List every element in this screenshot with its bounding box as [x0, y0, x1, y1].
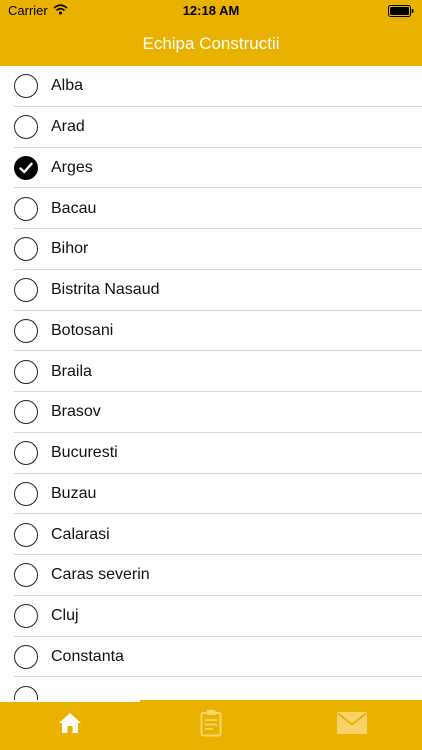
list-item[interactable] [0, 677, 422, 700]
list-item-label: Calarasi [51, 525, 110, 543]
list-item[interactable]: Bistrita Nasaud [0, 270, 422, 311]
list-item[interactable]: Constanta [0, 637, 422, 678]
list-item-label: Braila [51, 362, 92, 380]
list-item[interactable]: Braila [0, 351, 422, 392]
radio-icon[interactable] [14, 644, 38, 669]
list-item[interactable]: Bacau [0, 188, 422, 229]
list-item-label: Bacau [51, 199, 97, 217]
list-item-label: Cluj [51, 607, 79, 625]
radio-icon[interactable] [14, 237, 38, 262]
radio-icon[interactable] [14, 359, 38, 384]
mail-icon [336, 711, 367, 739]
list-item-label: Alba [51, 77, 84, 95]
tab-home[interactable] [0, 700, 141, 750]
list-item[interactable]: Calarasi [0, 514, 422, 555]
radio-icon[interactable] [14, 400, 38, 425]
tab-mail[interactable] [281, 700, 422, 750]
list-item-label: Caras severin [51, 566, 150, 584]
list-item-label: Botosani [51, 321, 114, 339]
checked-radio-icon[interactable] [14, 155, 38, 180]
list-item-label: Bistrita Nasaud [51, 281, 160, 299]
list-item-label: Buzau [51, 484, 97, 502]
status-bar: Carrier 12:18 AM [0, 0, 422, 22]
list-item[interactable]: Botosani [0, 311, 422, 352]
list-item-label: Arad [51, 118, 85, 136]
battery-icon [388, 5, 414, 20]
clipboard-icon [200, 709, 222, 742]
radio-icon[interactable] [14, 441, 38, 466]
list-item[interactable]: Caras severin [0, 555, 422, 596]
list-item-label: Arges [51, 158, 93, 176]
list-item-label: Bucuresti [51, 444, 118, 462]
radio-icon[interactable] [14, 196, 38, 221]
list-item[interactable]: Arad [0, 107, 422, 148]
county-list: Alba Arad Arges Bacau Bihor Bistrita Nasaud Bo… [0, 66, 422, 700]
radio-icon[interactable] [14, 522, 38, 547]
list-item[interactable]: Alba [0, 66, 422, 107]
status-time: 12:18 AM [182, 3, 240, 18]
navigation-bar: Echipa Constructii [0, 22, 422, 66]
list-item-label: Brasov [51, 403, 101, 421]
list-item[interactable]: Brasov [0, 392, 422, 433]
radio-icon[interactable] [14, 115, 38, 140]
list-item[interactable]: Cluj [0, 596, 422, 637]
radio-icon[interactable] [14, 481, 38, 506]
radio-icon[interactable] [14, 604, 38, 629]
list-item-label: Bihor [51, 240, 89, 258]
radio-icon[interactable] [14, 563, 38, 588]
list-item[interactable]: Bihor [0, 229, 422, 270]
tab-clipboard[interactable] [141, 700, 282, 750]
home-icon [58, 712, 82, 739]
tab-bar [0, 700, 422, 750]
page-title: Echipa Constructii [142, 34, 280, 53]
list-item[interactable]: Bucuresti [0, 433, 422, 474]
radio-icon[interactable] [14, 685, 38, 700]
list-item[interactable]: Arges [0, 148, 422, 189]
radio-icon[interactable] [14, 74, 38, 99]
list-item-label: Constanta [51, 647, 124, 665]
radio-icon[interactable] [14, 278, 38, 303]
radio-icon[interactable] [14, 318, 38, 343]
list-item[interactable]: Buzau [0, 474, 422, 515]
